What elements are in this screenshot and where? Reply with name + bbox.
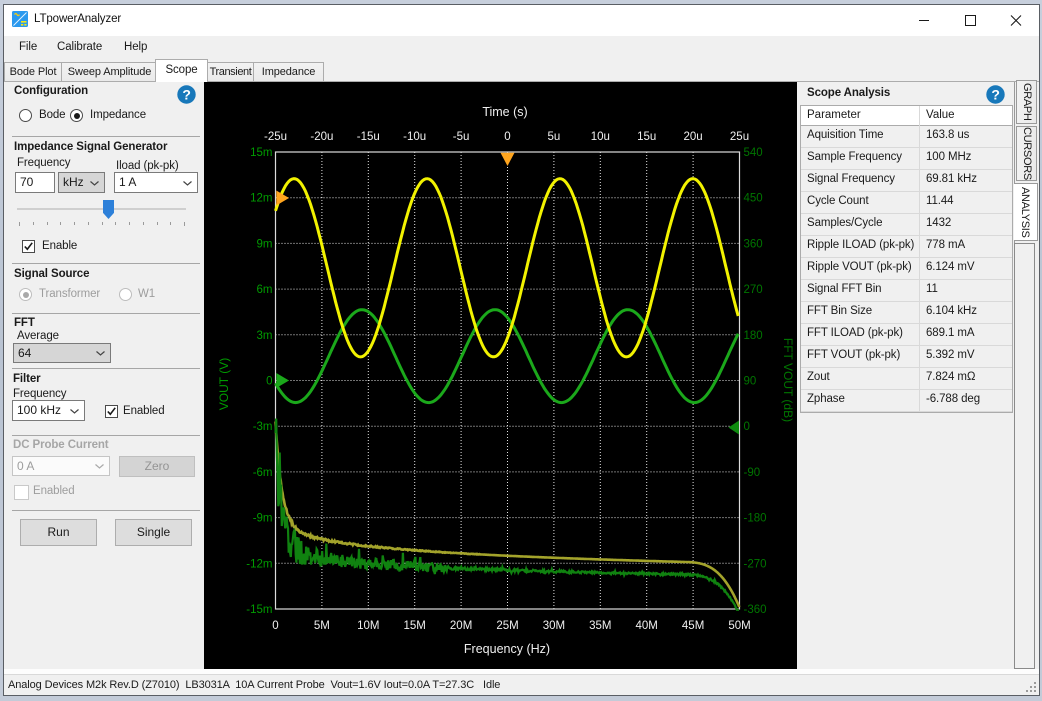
svg-text:0: 0 xyxy=(744,421,750,433)
svg-text:-3m: -3m xyxy=(253,421,273,433)
svg-text:270: 270 xyxy=(744,284,763,296)
svg-text:90: 90 xyxy=(744,376,757,388)
svg-text:-5u: -5u xyxy=(453,131,470,143)
svg-text:25M: 25M xyxy=(496,620,518,632)
svg-text:-9m: -9m xyxy=(253,513,273,525)
svg-text:-12m: -12m xyxy=(246,558,272,570)
svg-text:-6m: -6m xyxy=(253,467,273,479)
svg-text:VOUT (V): VOUT (V) xyxy=(217,358,231,410)
svg-text:450: 450 xyxy=(744,193,763,205)
svg-text:5M: 5M xyxy=(314,620,330,632)
svg-text:-90: -90 xyxy=(744,467,761,479)
svg-text:6m: 6m xyxy=(257,284,273,296)
svg-text:12m: 12m xyxy=(250,193,272,205)
svg-text:35M: 35M xyxy=(589,620,611,632)
svg-text:15m: 15m xyxy=(250,147,272,159)
svg-text:?: ? xyxy=(991,86,1000,102)
svg-text:Time (s): Time (s) xyxy=(482,105,527,119)
svg-text:20M: 20M xyxy=(450,620,472,632)
svg-text:-180: -180 xyxy=(744,513,767,525)
svg-text:40M: 40M xyxy=(636,620,658,632)
svg-text:?: ? xyxy=(182,86,191,102)
svg-text:Frequency (Hz): Frequency (Hz) xyxy=(464,642,550,656)
svg-text:FFT VOUT (dB): FFT VOUT (dB) xyxy=(781,338,795,422)
svg-text:30M: 30M xyxy=(543,620,565,632)
svg-text:25u: 25u xyxy=(730,131,749,143)
svg-text:45M: 45M xyxy=(682,620,704,632)
svg-text:10u: 10u xyxy=(591,131,610,143)
svg-text:540: 540 xyxy=(744,147,763,159)
svg-text:-270: -270 xyxy=(744,558,767,570)
svg-text:0: 0 xyxy=(266,376,272,388)
svg-text:-15m: -15m xyxy=(246,604,272,616)
svg-text:0: 0 xyxy=(504,131,510,143)
svg-text:15M: 15M xyxy=(404,620,426,632)
svg-text:15u: 15u xyxy=(637,131,656,143)
svg-text:50M: 50M xyxy=(728,620,750,632)
svg-text:180: 180 xyxy=(744,330,763,342)
svg-text:20u: 20u xyxy=(684,131,703,143)
svg-text:-20u: -20u xyxy=(310,131,333,143)
svg-text:0: 0 xyxy=(272,620,278,632)
svg-text:9m: 9m xyxy=(257,238,273,250)
svg-text:360: 360 xyxy=(744,238,763,250)
svg-text:10M: 10M xyxy=(357,620,379,632)
svg-text:-360: -360 xyxy=(744,604,767,616)
svg-text:-25u: -25u xyxy=(264,131,287,143)
svg-text:3m: 3m xyxy=(257,330,273,342)
svg-text:-10u: -10u xyxy=(403,131,426,143)
svg-text:-15u: -15u xyxy=(357,131,380,143)
svg-text:5u: 5u xyxy=(548,131,561,143)
